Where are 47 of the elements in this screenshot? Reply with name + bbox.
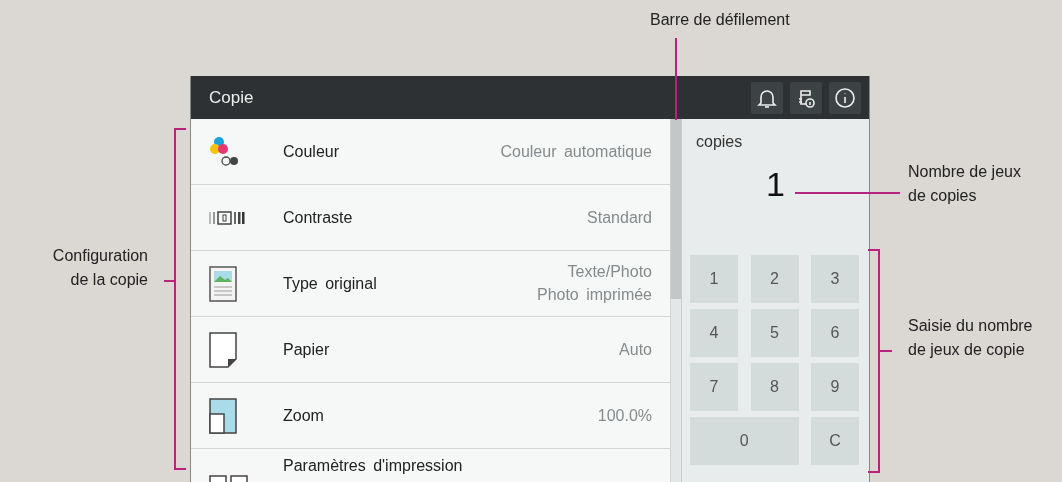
header-icon-button[interactable] — [790, 81, 822, 114]
copies-count: 1 — [766, 165, 785, 205]
keypad-key[interactable]: 8 — [750, 363, 799, 411]
setting-label: Contraste — [283, 208, 354, 227]
color-mode-icon — [209, 135, 239, 168]
copies-label: copies — [695, 132, 744, 152]
keypad-key[interactable]: 5 — [750, 309, 799, 357]
keypad-key[interactable]: 1 — [690, 255, 738, 303]
setting-label: Couleur — [283, 142, 341, 161]
contrast-icon — [209, 210, 245, 225]
setting-label: Type original — [283, 274, 378, 293]
header-icon-button[interactable] — [829, 81, 861, 114]
leader-line — [879, 350, 892, 352]
scrollbar[interactable] — [670, 119, 681, 482]
setting-value: Photo imprimée — [536, 286, 652, 304]
zoom-icon — [209, 397, 237, 434]
keypad-key[interactable]: 3 — [811, 255, 859, 303]
keypad-key[interactable]: 7 — [690, 363, 738, 411]
screen-title: Copie — [209, 87, 255, 108]
keypad-key[interactable]: 9 — [811, 363, 859, 411]
scrollbar-thumb[interactable] — [671, 119, 681, 299]
header-icon-button[interactable] — [751, 81, 783, 114]
setting-value: Standard — [587, 208, 652, 227]
keypad-key[interactable]: 0 — [690, 417, 799, 465]
setting-row[interactable]: Zoom 100.0% — [191, 383, 670, 449]
keypad-key[interactable]: 2 — [750, 255, 799, 303]
setting-row[interactable]: Type original Texte/Photo Photo imprimée — [191, 251, 670, 317]
setting-value: Couleur automatique — [500, 142, 652, 161]
callout-label: Saisie du nombre de jeux de copie — [908, 316, 1033, 360]
keypad-key[interactable]: 6 — [811, 309, 859, 357]
setting-row[interactable]: Papier Auto — [191, 317, 670, 383]
document-image-icon — [209, 265, 237, 302]
setting-row[interactable]: Couleur Couleur automatique — [191, 119, 670, 185]
paper-sheet-icon — [209, 331, 237, 368]
setting-value: Texte/Photo — [567, 263, 652, 281]
setting-value: Auto — [619, 340, 652, 359]
callout-label: Nombre de jeux de copies — [908, 162, 1021, 206]
setting-label: Paramètres d'impression — [283, 457, 464, 475]
setting-value: 100.0% — [597, 406, 652, 425]
callout-label: Barre de défilement — [650, 10, 790, 30]
setting-row[interactable]: Contraste Standard — [191, 185, 670, 251]
setting-label: Zoom — [283, 406, 325, 425]
keypad-key[interactable]: C — [811, 417, 859, 465]
keypad-key[interactable]: 4 — [690, 309, 738, 357]
setting-label: Papier — [283, 340, 331, 359]
callout-label: Configuration de la copie — [52, 246, 148, 290]
info-icon — [833, 85, 857, 110]
